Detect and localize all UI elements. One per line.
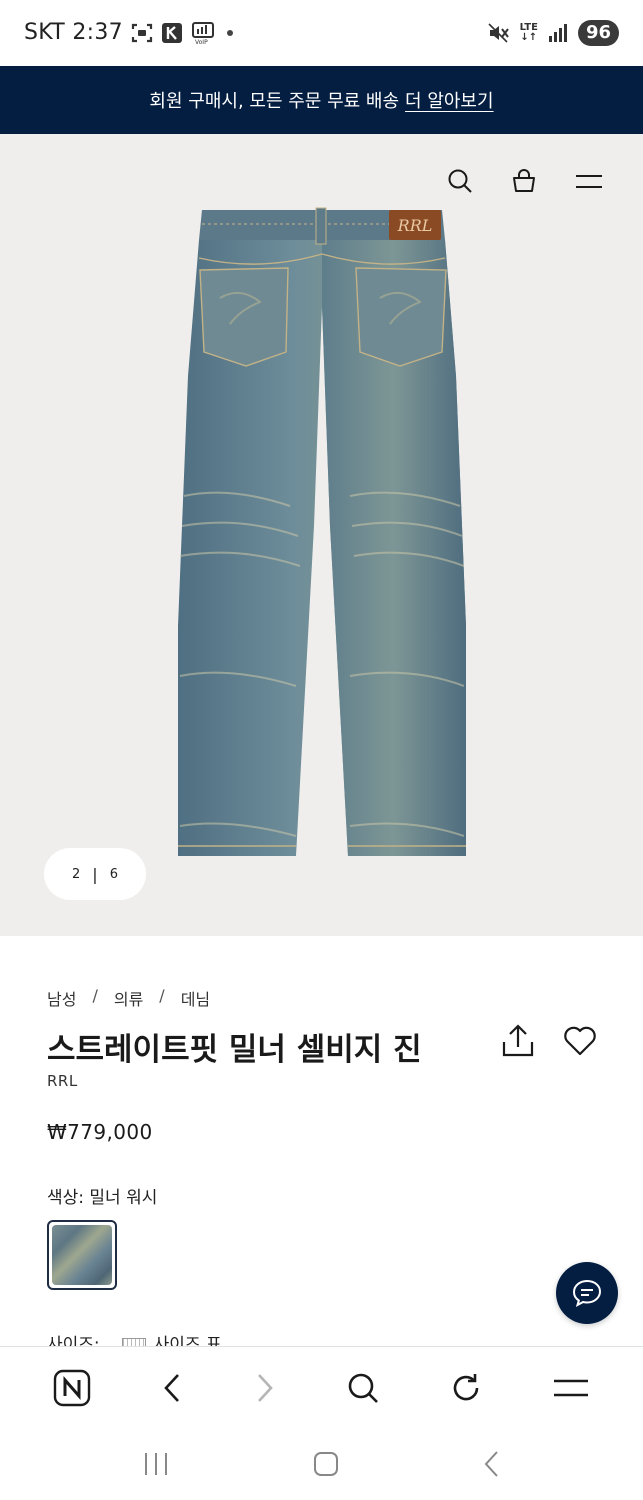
forward-icon[interactable]	[253, 1371, 277, 1405]
status-bar: SKT 2:37 VoIP LTE ↓↑ 96	[0, 0, 643, 66]
product-price: ₩779,000	[47, 1120, 153, 1144]
breadcrumb: 남성 / 의류 / 데님	[47, 986, 210, 1010]
breadcrumb-separator: /	[92, 986, 98, 1005]
logo-patch-text: RRL	[397, 216, 433, 235]
android-nav-bar	[0, 1428, 643, 1500]
network-label: LTE	[519, 22, 538, 33]
product-image: RRL	[178, 207, 466, 856]
back-icon[interactable]	[481, 1449, 503, 1479]
k-app-icon	[161, 22, 183, 44]
product-title: 스트레이트핏 밀너 셀비지 진	[47, 1032, 422, 1068]
header-actions	[447, 168, 603, 194]
search-icon[interactable]	[346, 1371, 380, 1405]
favorite-heart-icon[interactable]	[562, 1024, 598, 1062]
back-icon[interactable]	[160, 1371, 184, 1405]
status-right: LTE ↓↑ 96	[487, 20, 619, 46]
breadcrumb-separator: /	[159, 986, 165, 1005]
swatch-image	[52, 1225, 112, 1285]
gallery-current: 2	[72, 866, 81, 882]
breadcrumb-denim[interactable]: 데님	[181, 986, 210, 1010]
screenshot-icon	[131, 23, 153, 43]
menu-icon[interactable]	[552, 1376, 590, 1400]
voip-icon: VoIP	[191, 21, 217, 45]
product-gallery[interactable]: RRL 2 | 6	[0, 134, 643, 936]
menu-icon[interactable]	[575, 171, 603, 191]
product-brand: RRL	[47, 1072, 78, 1090]
breadcrumb-clothing[interactable]: 의류	[114, 986, 143, 1010]
svg-text:VoIP: VoIP	[195, 39, 208, 45]
dot-icon	[225, 28, 235, 38]
chat-button[interactable]	[556, 1262, 618, 1324]
breadcrumb-men[interactable]: 남성	[47, 986, 76, 1010]
battery-level: 96	[577, 20, 619, 46]
mute-icon	[487, 23, 510, 43]
naver-home-icon[interactable]	[53, 1369, 91, 1407]
promo-banner: 회원 구매시, 모든 주문 무료 배송 더 알아보기	[0, 66, 643, 134]
cart-icon[interactable]	[511, 168, 537, 194]
browser-toolbar	[0, 1346, 643, 1428]
home-icon[interactable]	[312, 1450, 340, 1478]
promo-text: 회원 구매시, 모든 주문 무료 배송	[149, 91, 400, 112]
color-swatch-milner-wash[interactable]	[47, 1220, 117, 1290]
status-left: SKT 2:37 VoIP	[24, 20, 235, 45]
chat-bubble-icon	[572, 1279, 602, 1308]
gallery-counter: 2 | 6	[44, 848, 146, 900]
gallery-total: 6	[109, 866, 118, 882]
recents-icon[interactable]	[141, 1451, 171, 1477]
lte-icon: LTE ↓↑	[519, 22, 538, 43]
share-icon[interactable]	[500, 1024, 536, 1062]
refresh-icon[interactable]	[449, 1371, 483, 1405]
promo-learn-more-link[interactable]: 더 알아보기	[405, 87, 494, 113]
carrier-time: SKT 2:37	[24, 20, 123, 45]
search-icon[interactable]	[447, 168, 473, 194]
signal-icon	[548, 23, 568, 43]
color-label: 색상: 밀너 워시	[47, 1188, 158, 1208]
gallery-separator: |	[92, 864, 98, 884]
